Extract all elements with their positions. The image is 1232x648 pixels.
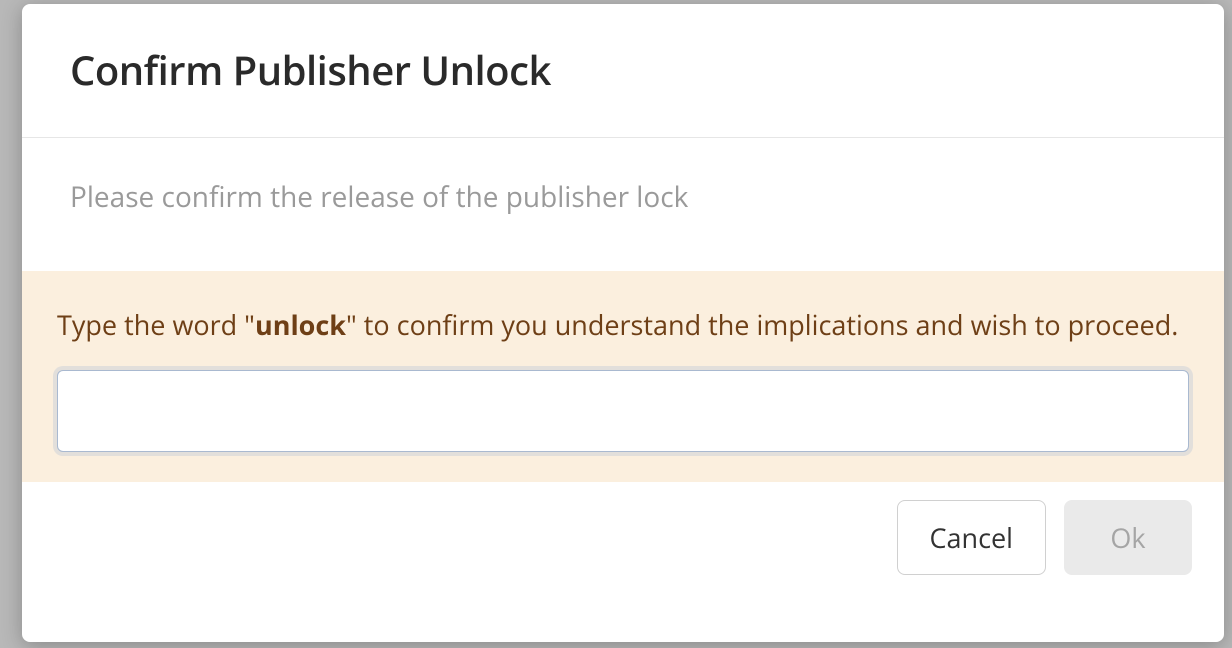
ok-button[interactable]: Ok bbox=[1064, 500, 1192, 575]
modal-footer: Cancel Ok bbox=[22, 482, 1224, 597]
modal-header: Confirm Publisher Unlock bbox=[22, 4, 1224, 138]
warning-text: Type the word "unlock" to confirm you un… bbox=[57, 305, 1189, 344]
warning-prefix: Type the word " bbox=[57, 306, 255, 343]
warning-box: Type the word "unlock" to confirm you un… bbox=[22, 271, 1224, 482]
modal-title: Confirm Publisher Unlock bbox=[70, 42, 1176, 97]
confirm-input[interactable] bbox=[57, 370, 1189, 452]
modal-description: Please confirm the release of the publis… bbox=[22, 138, 1224, 271]
warning-keyword: unlock bbox=[255, 306, 346, 343]
warning-suffix: " to confirm you understand the implicat… bbox=[346, 306, 1178, 343]
cancel-button[interactable]: Cancel bbox=[897, 500, 1046, 575]
confirm-dialog: Confirm Publisher Unlock Please confirm … bbox=[22, 4, 1224, 642]
modal-body: Please confirm the release of the publis… bbox=[22, 138, 1224, 482]
